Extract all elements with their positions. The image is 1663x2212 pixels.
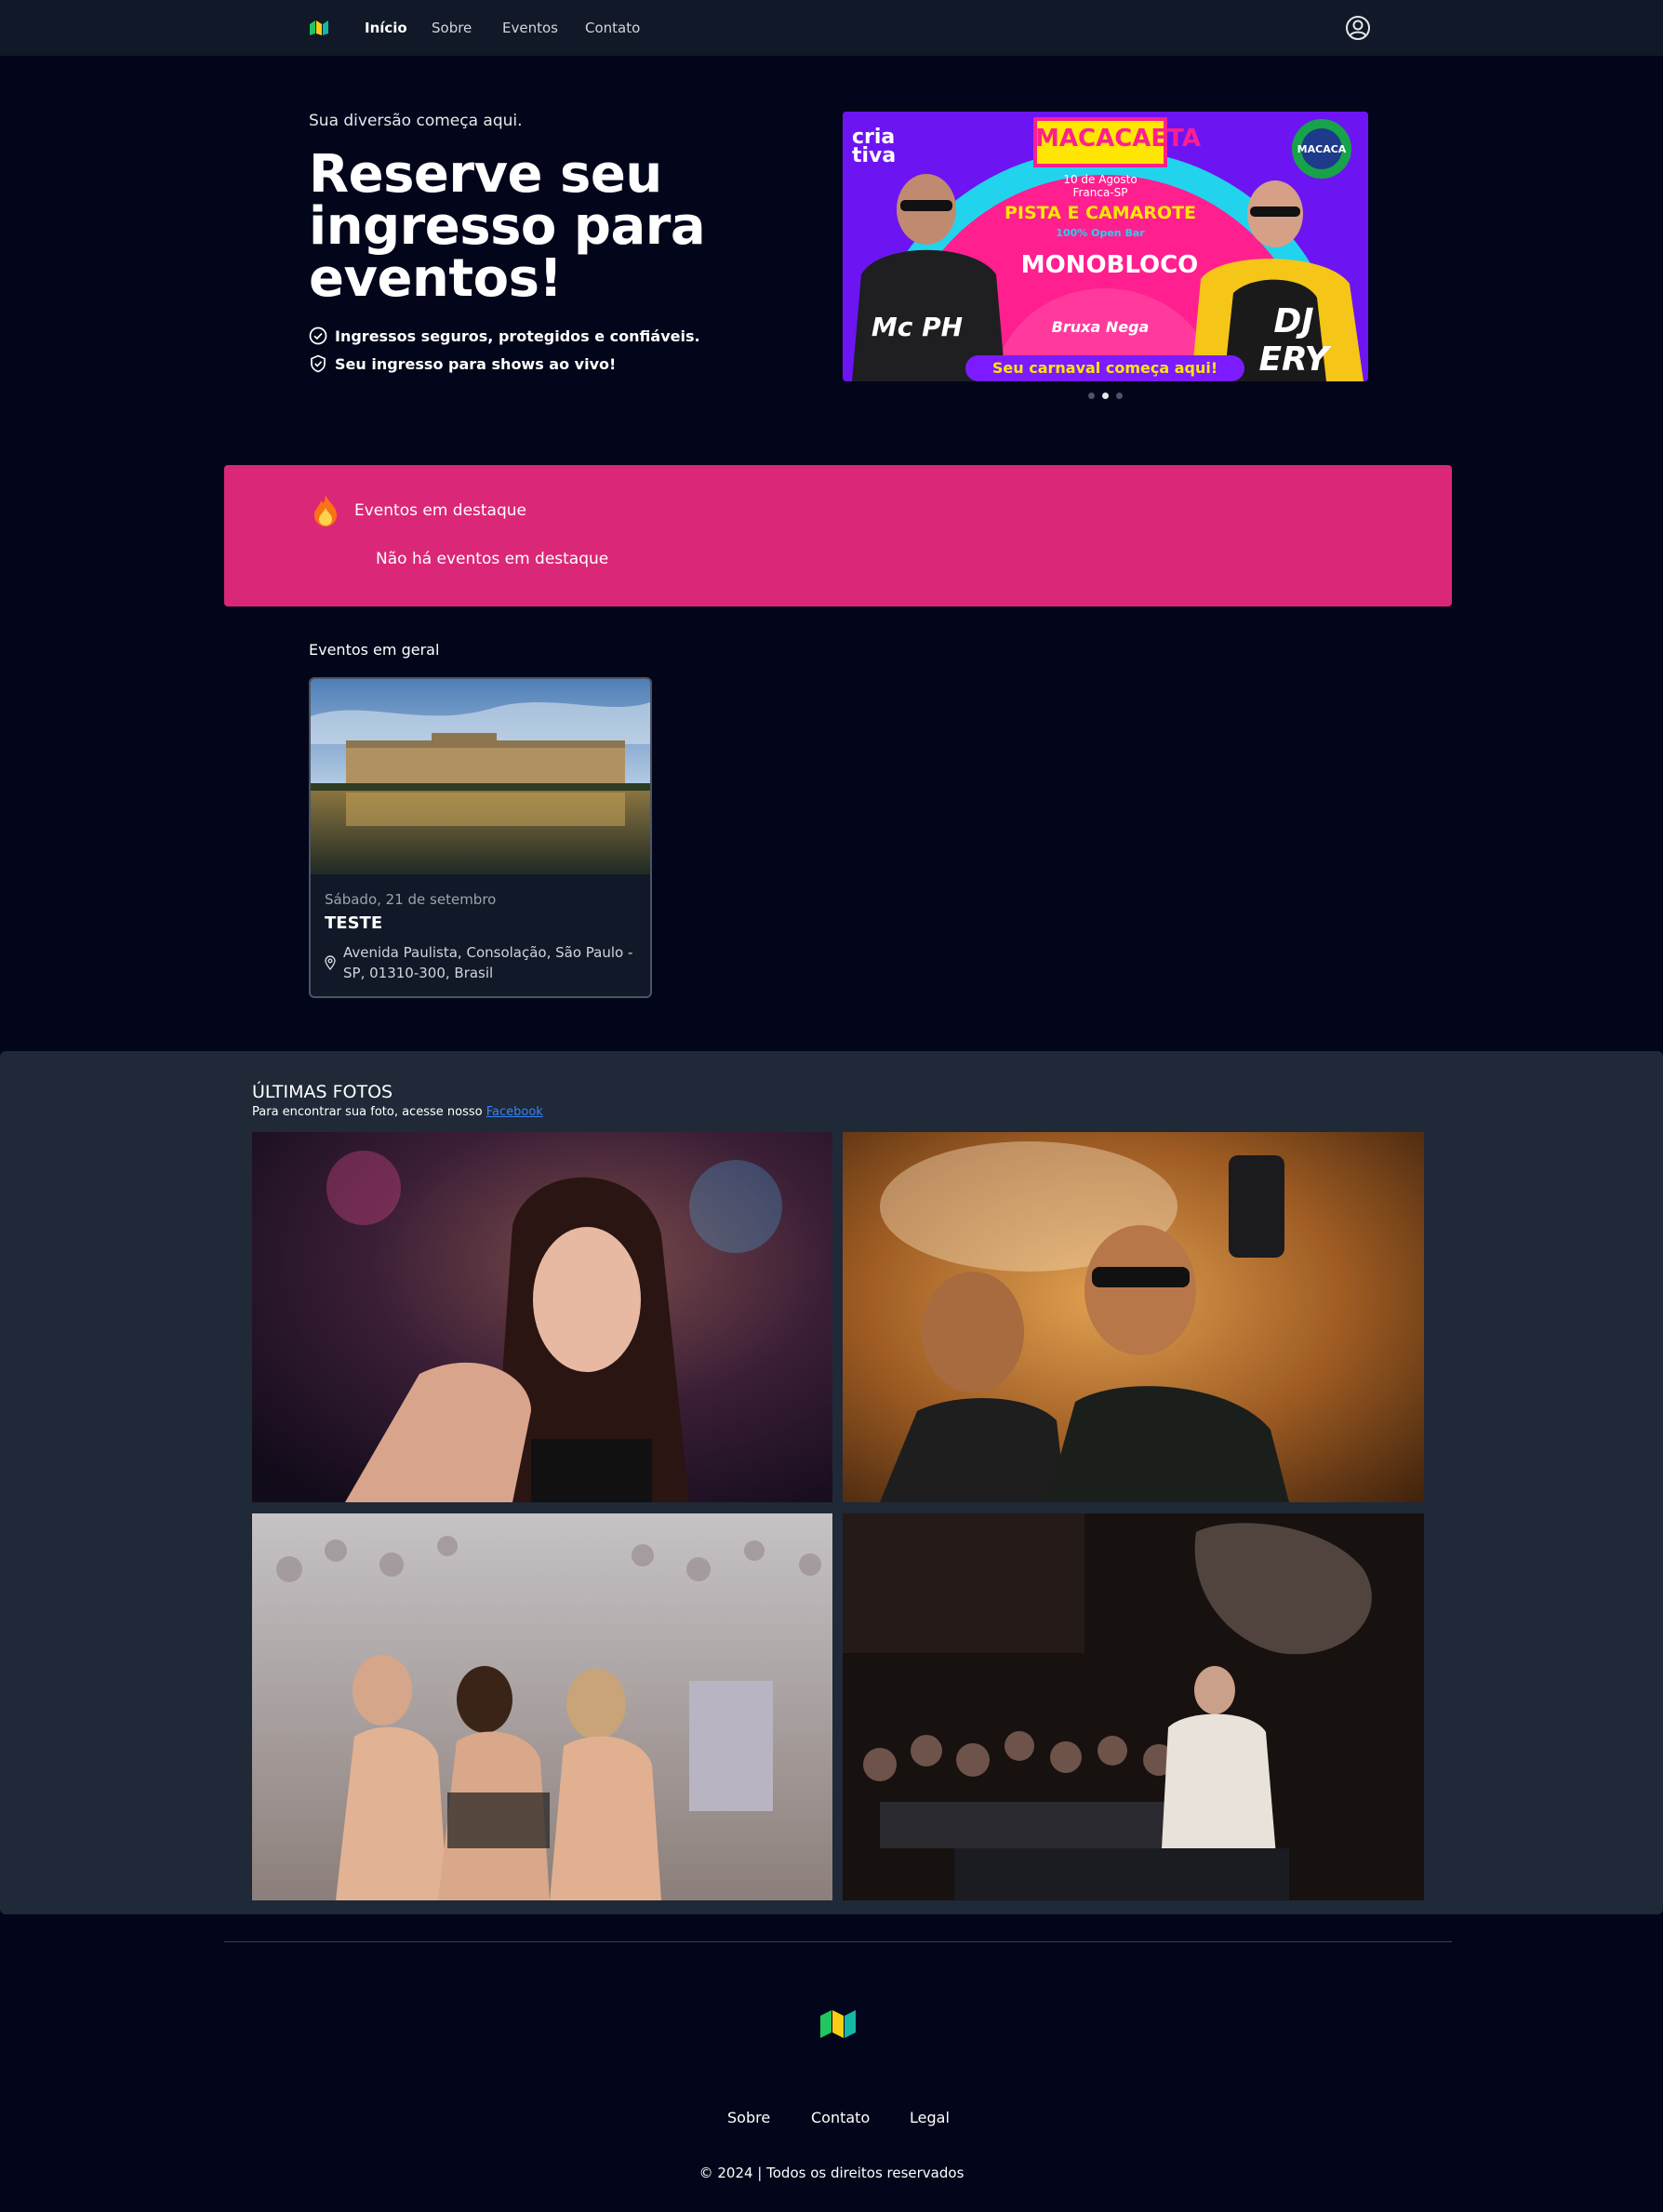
- fire-icon: [314, 495, 337, 526]
- hero-feature-text: Seu ingresso para shows ao vivo!: [335, 354, 617, 373]
- user-circle-icon[interactable]: [1345, 15, 1371, 41]
- nav-link-eventos[interactable]: Eventos: [502, 18, 558, 38]
- banner-act2: Bruxa Nega: [1051, 318, 1150, 336]
- banner-city: Franca-SP: [1072, 186, 1128, 199]
- brand-logo[interactable]: [309, 19, 329, 37]
- carousel-dot-1[interactable]: [1088, 393, 1095, 399]
- nav-link-sobre[interactable]: Sobre: [432, 18, 472, 38]
- map-pin-icon: [325, 955, 336, 970]
- nav-link-inicio[interactable]: Início: [365, 18, 407, 38]
- event-card[interactable]: Sábado, 21 de setembro TESTE Avenida Pau…: [309, 677, 652, 998]
- footer-divider: [224, 1941, 1452, 1942]
- hero-kicker: Sua diversão começa aqui.: [309, 112, 523, 130]
- footer-link-contato[interactable]: Contato: [811, 2109, 870, 2126]
- hero-title: Reserve seu ingresso para eventos!: [309, 144, 706, 309]
- event-name: TESTE: [325, 913, 383, 933]
- banner-footer: Seu carnaval começa aqui!: [991, 359, 1218, 377]
- banner-event-name: MACACAETA: [1035, 125, 1202, 153]
- event-address: Avenida Paulista, Consolação, São Paulo …: [343, 944, 633, 981]
- banner-open-bar: 100% Open Bar: [1056, 227, 1145, 239]
- banner-date: 10 de Agosto: [1063, 173, 1137, 186]
- featured-empty-message: Não há eventos em destaque: [376, 550, 609, 568]
- brand-logo[interactable]: [818, 2006, 858, 2040]
- nav-link-contato[interactable]: Contato: [585, 18, 640, 38]
- event-image: [311, 679, 650, 874]
- photo-2[interactable]: [843, 1132, 1424, 1502]
- banner-headline: PISTA E CAMAROTE: [1004, 203, 1197, 223]
- banner-badge: MACACA: [1297, 143, 1347, 155]
- photo-2-image: [843, 1132, 1424, 1502]
- featured-events-section: [224, 465, 1452, 606]
- photos-subtitle: Para encontrar sua foto, acesse nosso Fa…: [252, 1105, 543, 1119]
- carousel-dot-2[interactable]: [1102, 393, 1109, 399]
- copyright: © 2024 | Todos os direitos reservados: [698, 2165, 965, 2181]
- facebook-link[interactable]: Facebook: [486, 1105, 543, 1119]
- photo-4-image: [843, 1513, 1424, 1900]
- banner-artist-right: DJ ERY: [1258, 302, 1329, 379]
- hero-feature-text: Ingressos seguros, protegidos e confiáve…: [335, 326, 700, 345]
- carousel-dot-3[interactable]: [1116, 393, 1123, 399]
- footer-link-legal[interactable]: Legal: [910, 2109, 950, 2126]
- hero-feature-live: Seu ingresso para shows ao vivo!: [309, 354, 616, 373]
- banner-artist-left: Mc PH: [871, 312, 964, 342]
- hero-feature-secure: Ingressos seguros, protegidos e confiáve…: [309, 326, 700, 345]
- check-circle-icon: [309, 326, 327, 345]
- photo-4[interactable]: [843, 1513, 1424, 1900]
- photo-3-image: [252, 1513, 832, 1900]
- banner-brand: cria tiva: [852, 126, 897, 167]
- photo-3[interactable]: [252, 1513, 832, 1900]
- general-events-title: Eventos em geral: [309, 641, 440, 659]
- photo-1-image: [252, 1132, 832, 1502]
- photo-1[interactable]: [252, 1132, 832, 1502]
- photos-title: ÚLTIMAS FOTOS: [252, 1082, 393, 1102]
- photos-subtitle-text: Para encontrar sua foto, acesse nosso: [252, 1105, 483, 1119]
- event-date: Sábado, 21 de setembro: [325, 891, 497, 908]
- footer-link-sobre[interactable]: Sobre: [727, 2109, 770, 2126]
- banner-act: MONOBLOCO: [1020, 251, 1199, 279]
- shield-check-icon: [311, 354, 326, 373]
- navbar: Início Sobre Eventos Contato: [0, 0, 1663, 56]
- event-banner[interactable]: cria tiva MACACAETA 10 de Agosto Franca-…: [843, 112, 1368, 381]
- carousel-dots: [1088, 393, 1123, 399]
- featured-title: Eventos em destaque: [354, 501, 526, 520]
